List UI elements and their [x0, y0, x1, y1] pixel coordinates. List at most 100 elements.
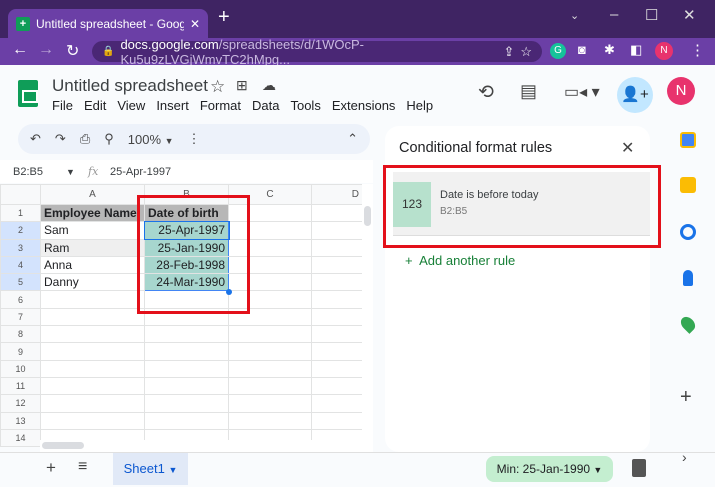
- extensions-puzzle-icon[interactable]: ✱: [604, 42, 615, 58]
- row-header[interactable]: 13: [0, 411, 41, 430]
- cell-b[interactable]: [144, 394, 229, 413]
- maximize-button[interactable]: ☐: [645, 6, 658, 24]
- side-panel-icon[interactable]: ◧: [630, 42, 642, 58]
- account-avatar[interactable]: N: [667, 77, 695, 105]
- add-another-rule-button[interactable]: + Add another rule: [405, 253, 515, 268]
- minimize-button[interactable]: –: [610, 6, 618, 23]
- document-title[interactable]: Untitled spreadsheet: [52, 76, 208, 96]
- menu-help[interactable]: Help: [406, 98, 433, 113]
- horizontal-scrollbar[interactable]: [40, 440, 373, 452]
- browser-menu-icon[interactable]: ⋮: [690, 41, 705, 59]
- star-icon[interactable]: ☆: [210, 77, 225, 97]
- add-sheet-button[interactable]: +: [46, 458, 56, 478]
- expand-side-panel-icon[interactable]: ›: [682, 449, 687, 465]
- sheet-tab-sheet1[interactable]: Sheet1 ▼: [113, 453, 188, 485]
- cell-d[interactable]: [311, 273, 363, 292]
- meet-video-icon[interactable]: ▭◂ ▾: [564, 82, 600, 102]
- cell-b[interactable]: [144, 325, 229, 344]
- cell-d[interactable]: [311, 325, 363, 344]
- share-button[interactable]: 👤+: [617, 77, 653, 113]
- cell-a[interactable]: [40, 394, 145, 413]
- row-header[interactable]: 11: [0, 376, 41, 396]
- cell-c[interactable]: [228, 411, 312, 430]
- row-header[interactable]: 8: [0, 325, 41, 344]
- share-page-icon[interactable]: ⇪: [503, 44, 514, 60]
- close-panel-icon[interactable]: ✕: [621, 138, 634, 158]
- cell-c[interactable]: [228, 359, 312, 378]
- cell-c[interactable]: [228, 325, 312, 344]
- cell-d[interactable]: [311, 221, 363, 240]
- column-header-d[interactable]: D: [311, 184, 363, 205]
- cell-c[interactable]: [228, 342, 312, 361]
- cell-b[interactable]: [144, 342, 229, 361]
- menu-insert[interactable]: Insert: [156, 98, 189, 113]
- cell-c[interactable]: [228, 394, 312, 413]
- keep-icon[interactable]: [680, 177, 696, 193]
- grammarly-extension-icon[interactable]: G: [550, 43, 566, 59]
- undo-icon[interactable]: ↶: [30, 131, 41, 147]
- paint-format-icon[interactable]: ⚲: [104, 131, 114, 147]
- row-header[interactable]: 5: [0, 273, 41, 292]
- version-history-icon[interactable]: ⟲: [478, 81, 494, 104]
- cell-d[interactable]: [311, 203, 363, 223]
- row-header[interactable]: 1: [0, 203, 41, 223]
- browser-tab[interactable]: + Untitled spreadsheet - Google Sh ✕: [8, 9, 208, 38]
- bookmark-star-icon[interactable]: ☆: [520, 44, 532, 60]
- close-window-button[interactable]: ✕: [683, 6, 696, 24]
- cell-d[interactable]: [311, 307, 363, 327]
- cell-d[interactable]: [311, 342, 363, 361]
- row-header[interactable]: 2: [0, 221, 41, 240]
- cell-d[interactable]: [311, 255, 363, 275]
- cell-a[interactable]: Danny: [40, 273, 145, 292]
- cell-b[interactable]: [144, 376, 229, 396]
- cell-a[interactable]: [40, 307, 145, 327]
- all-sheets-icon[interactable]: ≡: [78, 458, 87, 476]
- cloud-status-icon[interactable]: ☁: [262, 77, 276, 94]
- formula-input[interactable]: 25-Apr-1997: [110, 166, 171, 178]
- cell-d[interactable]: [311, 394, 363, 413]
- maps-icon[interactable]: [678, 314, 698, 334]
- menu-file[interactable]: File: [52, 98, 73, 113]
- cell-c[interactable]: [228, 376, 312, 396]
- profile-avatar[interactable]: N: [655, 42, 673, 60]
- cell-a[interactable]: Sam: [40, 221, 145, 240]
- explore-icon[interactable]: [632, 459, 646, 477]
- selection-summary[interactable]: Min: 25-Jan-1990 ▼: [486, 456, 613, 482]
- menu-data[interactable]: Data: [252, 98, 279, 113]
- menu-extensions[interactable]: Extensions: [332, 98, 396, 113]
- column-header-a[interactable]: A: [40, 184, 145, 205]
- comments-icon[interactable]: ▤: [520, 81, 537, 102]
- new-tab-button[interactable]: +: [218, 6, 230, 29]
- redo-icon[interactable]: ↷: [55, 131, 66, 147]
- url-input[interactable]: 🔒 docs.google.com/spreadsheets/d/1WOcP-K…: [92, 37, 542, 67]
- cell-a[interactable]: [40, 411, 145, 430]
- row-header[interactable]: 12: [0, 394, 41, 413]
- forward-button[interactable]: →: [38, 41, 54, 59]
- cell-a[interactable]: [40, 342, 145, 361]
- tab-search-icon[interactable]: ⌄: [570, 9, 579, 22]
- cell-a[interactable]: [40, 376, 145, 396]
- row-header[interactable]: 3: [0, 238, 41, 257]
- row-header[interactable]: 4: [0, 255, 41, 275]
- more-icon[interactable]: ⋮: [188, 131, 201, 147]
- row-header[interactable]: 9: [0, 342, 41, 361]
- get-addons-icon[interactable]: +: [680, 386, 692, 409]
- reload-button[interactable]: ↻: [66, 41, 79, 61]
- cell-d[interactable]: [311, 376, 363, 396]
- close-tab-icon[interactable]: ✕: [190, 17, 200, 31]
- cell-a[interactable]: [40, 290, 145, 309]
- cell-d[interactable]: [311, 290, 363, 309]
- row-header[interactable]: 6: [0, 290, 41, 309]
- row-header[interactable]: 10: [0, 359, 41, 378]
- cell-a[interactable]: Ram: [40, 238, 145, 257]
- name-box[interactable]: B2:B5: [0, 166, 66, 178]
- collapse-toolbar-icon[interactable]: ⌃: [347, 131, 358, 147]
- cell-a[interactable]: [40, 325, 145, 344]
- menu-edit[interactable]: Edit: [84, 98, 106, 113]
- cell-d[interactable]: [311, 238, 363, 257]
- select-all-corner[interactable]: [0, 184, 41, 205]
- cell-a[interactable]: Employee Name: [40, 203, 145, 223]
- row-header[interactable]: 14: [0, 428, 41, 448]
- menu-format[interactable]: Format: [200, 98, 241, 113]
- name-box-dropdown-icon[interactable]: ▼: [66, 167, 88, 177]
